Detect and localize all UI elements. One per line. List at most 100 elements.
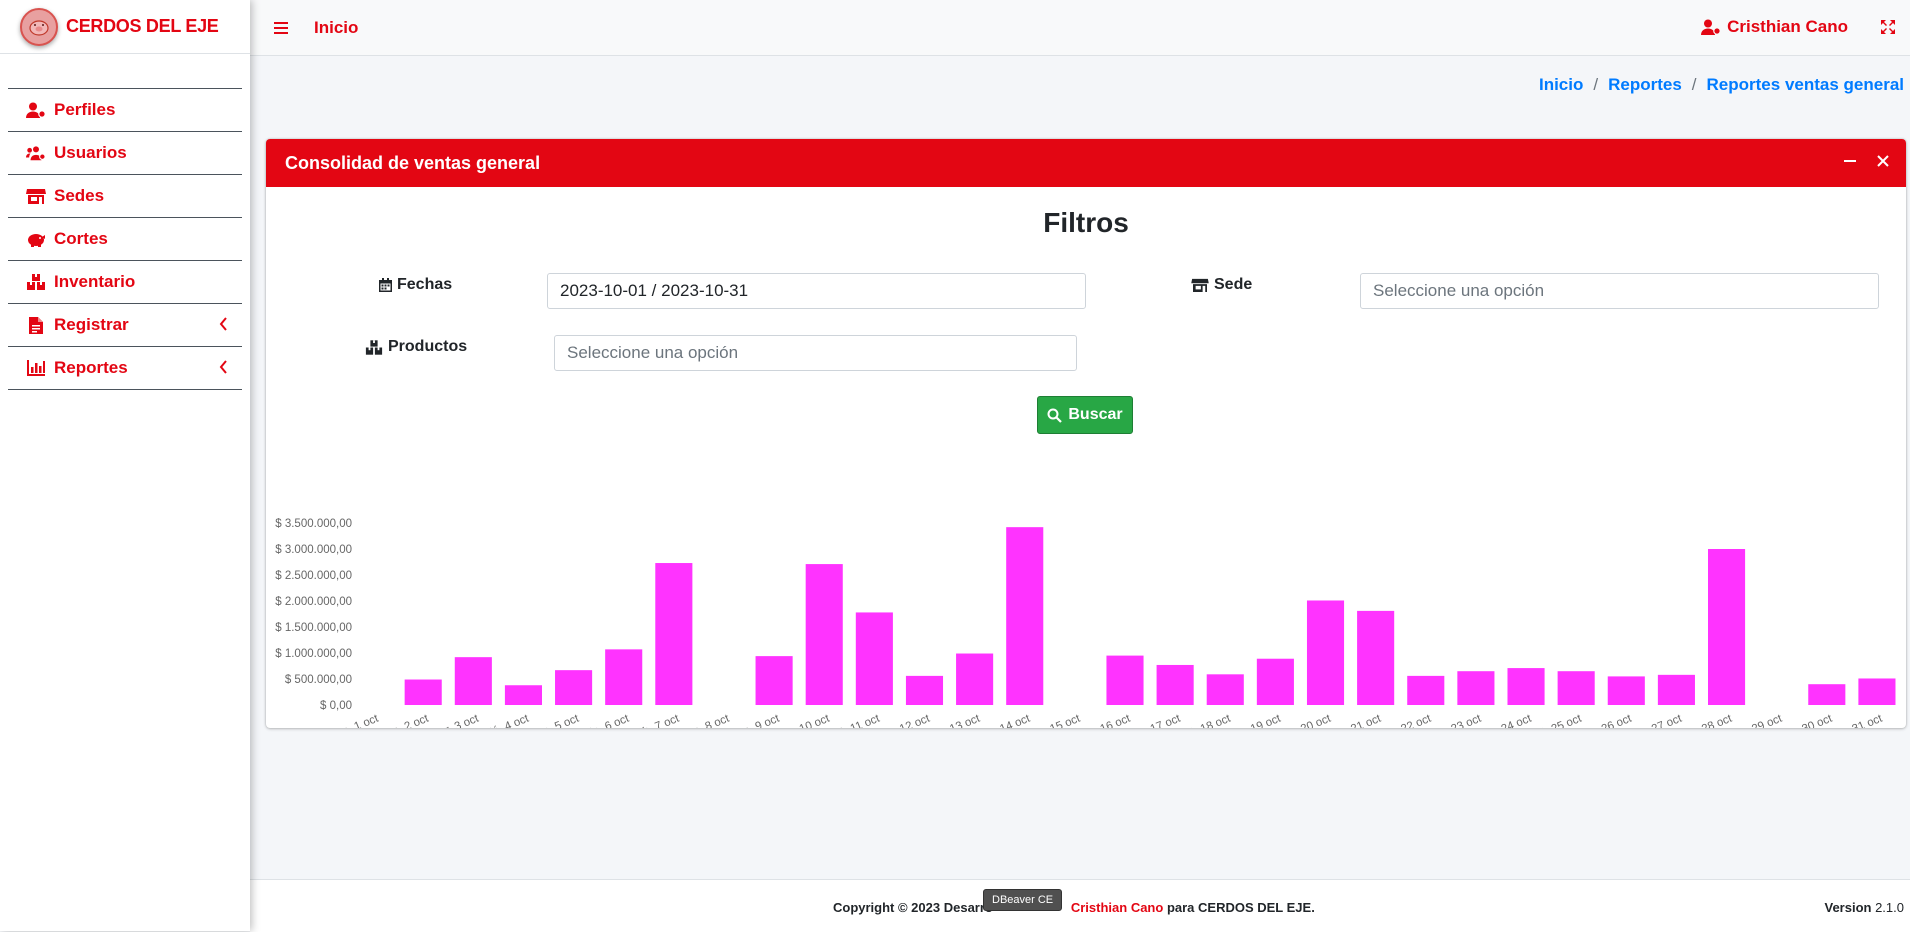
chevron-left-icon xyxy=(219,316,228,336)
store-icon xyxy=(1191,278,1209,292)
copyright-text: Copyright © 2023 Desarro xyxy=(833,900,993,915)
productos-select[interactable]: Seleccione una opción xyxy=(554,335,1077,371)
x-tick-label: vie, 27 oct xyxy=(1630,712,1684,728)
search-icon xyxy=(1047,408,1063,423)
x-tick-label: mié, 18 oct xyxy=(1176,712,1233,728)
sidebar-item-inventario[interactable]: Inventario xyxy=(8,261,242,304)
x-tick-label: dom, 8 oct xyxy=(677,712,732,728)
chart-bar[interactable] xyxy=(905,675,944,705)
x-tick-label: dom, 22 oct xyxy=(1373,712,1434,728)
minimize-icon[interactable] xyxy=(1844,153,1856,171)
chart-bar[interactable] xyxy=(1407,675,1445,705)
chart-bar[interactable] xyxy=(1256,658,1294,705)
chart-bar[interactable] xyxy=(1657,674,1695,705)
chart-bar[interactable] xyxy=(1006,527,1044,705)
chart-bar[interactable] xyxy=(1106,655,1144,705)
sidebar-item-cortes[interactable]: Cortes xyxy=(8,218,242,261)
footer-copyright: Copyright © 2023 Desarro Cristhian Cano p… xyxy=(833,900,1315,915)
chart-bar[interactable] xyxy=(1858,678,1896,705)
chart-bar[interactable] xyxy=(1306,600,1345,705)
breadcrumb-inicio[interactable]: Inicio xyxy=(1539,75,1583,95)
x-tick-label: mar, 3 oct xyxy=(429,712,481,728)
chart-bar[interactable] xyxy=(605,649,643,705)
brand-name: CERDOS DEL EJE xyxy=(66,16,219,36)
x-axis: dom, 1 octlun, 2 octmar, 3 octmié, 4 oct… xyxy=(326,712,1885,728)
card-header: Consolidad de ventas general xyxy=(266,139,1906,187)
filters-title: Filtros xyxy=(1043,207,1129,238)
user-menu-button[interactable]: Cristhian Cano xyxy=(1701,17,1848,37)
x-tick-label: jue, 5 oct xyxy=(532,712,581,728)
x-tick-label: dom, 15 oct xyxy=(1022,712,1083,728)
chart-bar[interactable] xyxy=(555,670,593,705)
sidebar-item-perfiles[interactable]: Perfiles xyxy=(8,89,242,132)
copyright-suffix: para CERDOS DEL EJE. xyxy=(1163,900,1315,915)
chart-bar[interactable] xyxy=(1507,668,1545,705)
x-tick-label: vie, 20 oct xyxy=(1280,712,1334,728)
hamburger-menu-icon[interactable] xyxy=(274,21,288,34)
footer-version: Version 2.1.0 xyxy=(1824,900,1904,915)
search-button[interactable]: Buscar xyxy=(1037,396,1133,434)
file-icon xyxy=(26,316,46,334)
y-tick-label: $ 2.500.000,00 xyxy=(275,570,352,582)
chart-bar[interactable] xyxy=(1607,676,1645,705)
x-tick-label: sáb, 21 oct xyxy=(1326,712,1383,728)
boxes-icon xyxy=(26,274,46,290)
sede-select[interactable]: Seleccione una opción xyxy=(1360,273,1879,309)
user-cog-icon xyxy=(26,102,46,118)
close-icon[interactable] xyxy=(1877,154,1889,172)
fullscreen-icon[interactable] xyxy=(1880,19,1896,40)
x-tick-label: vie, 13 oct xyxy=(929,712,983,728)
sidebar-item-label: Registrar xyxy=(54,315,129,334)
y-tick-label: $ 3.500.000,00 xyxy=(275,518,352,530)
x-tick-label: lun, 16 oct xyxy=(1078,712,1132,728)
topbar: Inicio Cristhian Cano xyxy=(250,0,1910,56)
chart-bar[interactable] xyxy=(956,653,994,705)
chart-bar[interactable] xyxy=(1557,671,1595,705)
chart-bar[interactable] xyxy=(1708,549,1746,705)
chart-bars xyxy=(404,527,1896,705)
x-tick-label: lun, 9 oct xyxy=(733,712,782,728)
breadcrumb-current[interactable]: Reportes ventas general xyxy=(1707,75,1904,95)
sidebar-item-sedes[interactable]: Sedes xyxy=(8,175,242,218)
chart-bar[interactable] xyxy=(454,657,492,705)
breadcrumb-reportes[interactable]: Reportes xyxy=(1608,75,1682,95)
top-nav-home-link[interactable]: Inicio xyxy=(314,18,358,38)
author-link[interactable]: Cristhian Cano xyxy=(1071,900,1163,915)
sede-label: Sede xyxy=(1191,276,1252,294)
x-tick-label: mié, 11 oct xyxy=(826,712,883,728)
y-tick-label: $ 500.000,00 xyxy=(285,674,352,686)
date-range-input[interactable]: 2023-10-01 / 2023-10-31 xyxy=(547,273,1086,309)
x-tick-label: jue, 12 oct xyxy=(877,712,932,728)
x-tick-label: mar, 17 oct xyxy=(1125,712,1183,728)
chart-bar[interactable] xyxy=(1357,610,1395,705)
user-panel xyxy=(8,54,242,89)
chart-bar[interactable] xyxy=(655,563,693,705)
users-cog-icon xyxy=(26,145,46,161)
chart-bar[interactable] xyxy=(755,656,793,705)
chart-bar-icon xyxy=(26,360,46,376)
sidebar-item-reportes[interactable]: Reportes xyxy=(8,347,242,390)
footer: Copyright © 2023 Desarro Cristhian Cano p… xyxy=(250,879,1910,932)
chart-bar[interactable] xyxy=(805,564,843,705)
x-tick-label: sáb, 7 oct xyxy=(630,712,681,728)
x-tick-label: lun, 30 oct xyxy=(1780,712,1834,728)
chart-bar[interactable] xyxy=(1457,671,1495,705)
store-icon xyxy=(26,188,46,204)
chart-bar[interactable] xyxy=(1156,664,1194,705)
chart-bar[interactable] xyxy=(1808,684,1846,705)
sales-bar-chart: $ 3.500.000,00 $ 3.000.000,00 $ 2.500.000,… xyxy=(275,518,1896,728)
sidebar-item-label: Perfiles xyxy=(54,100,116,119)
y-tick-label: $ 0,00 xyxy=(320,700,352,712)
brand-link[interactable]: CERDOS DEL EJE xyxy=(0,0,250,54)
chart-bar[interactable] xyxy=(504,685,542,705)
chart-bar[interactable] xyxy=(404,679,442,705)
sidebar-item-registrar[interactable]: Registrar xyxy=(8,304,242,347)
sidebar-item-usuarios[interactable]: Usuarios xyxy=(8,132,242,175)
x-tick-label: sáb, 14 oct xyxy=(975,712,1032,728)
chart-bar[interactable] xyxy=(855,612,893,705)
chart-bar[interactable] xyxy=(1206,674,1244,705)
search-button-label: Buscar xyxy=(1068,406,1123,423)
x-tick-label: jue, 26 oct xyxy=(1579,712,1634,728)
chevron-left-icon xyxy=(219,359,228,379)
y-axis: $ 3.500.000,00 $ 3.000.000,00 $ 2.500.000,… xyxy=(275,518,352,712)
